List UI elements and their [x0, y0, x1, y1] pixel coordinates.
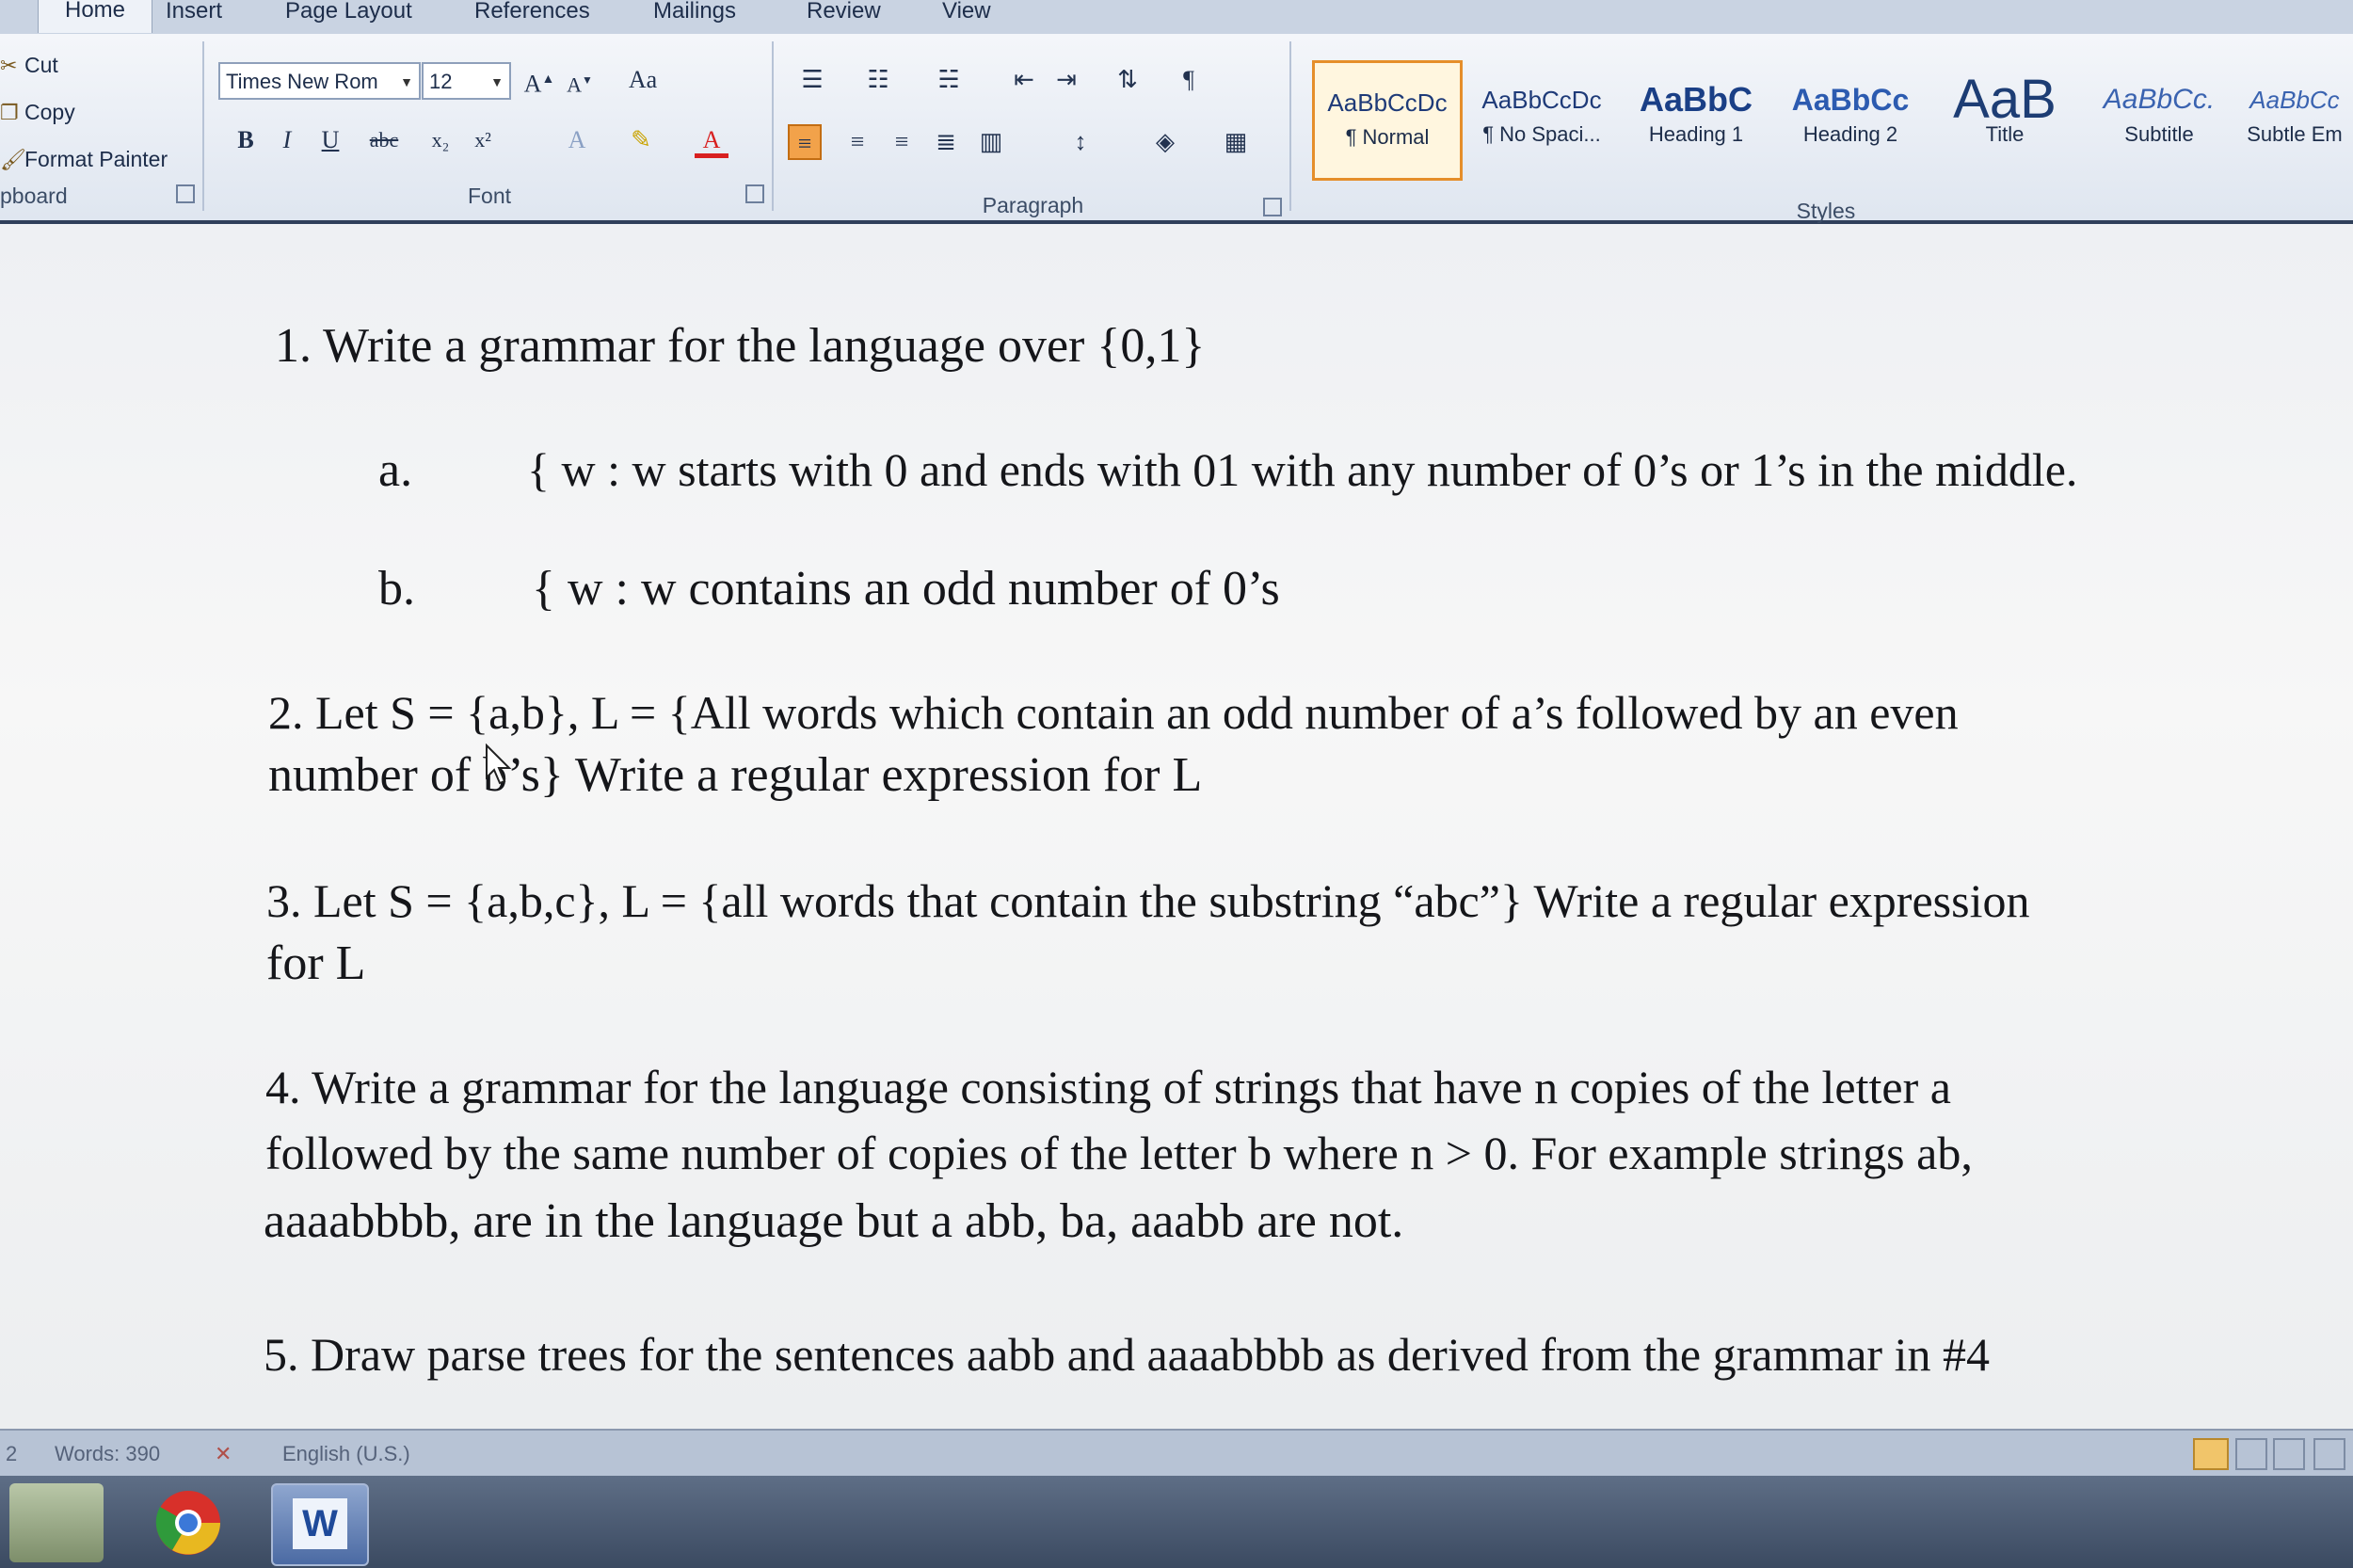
question-1a: { w : w starts with 0 and ends with 01 w… [527, 443, 2078, 496]
question-2-line-2: number of b’s} Write a regular expressio… [268, 748, 1203, 802]
columns-icon[interactable]: ▥ [974, 124, 1008, 160]
show-formatting-icon[interactable]: ¶ [1172, 62, 1206, 98]
question-3-line-1: 3. Let S = {a,b,c}, L = {all words that … [266, 874, 2030, 927]
scissors-icon: ✂ [0, 54, 18, 77]
tab-review[interactable]: Review [807, 0, 881, 28]
line-spacing-icon[interactable]: ↕ [1064, 124, 1097, 160]
status-bar: 2 Words: 390 ✕ English (U.S.) [0, 1429, 2353, 1478]
subscript-button[interactable]: x₂ [424, 122, 457, 158]
highlighter-icon[interactable]: ✎ [624, 122, 658, 158]
justify-icon[interactable]: ≣ [929, 124, 963, 160]
page-indicator[interactable]: 2 [6, 1442, 17, 1466]
paragraph-group: ☰ ☷ ☵ ⇤ ⇥ ⇅ ¶ ≡ ≡ ≡ ≣ ▥ ↕ ◈ ▦ Paragraph … [776, 41, 1291, 217]
format-painter-button[interactable]: 🖌Format Painter [0, 147, 168, 172]
align-right-icon[interactable]: ≡ [885, 124, 919, 160]
paragraph-group-label: Paragraph [982, 193, 1084, 217]
chevron-down-icon: ▼ [490, 74, 504, 89]
numbering-icon[interactable]: ☷ [861, 62, 895, 98]
question-4-line-3: aaaabbbb, are in the language but a abb,… [264, 1194, 1404, 1248]
print-layout-view-icon[interactable] [2193, 1438, 2229, 1470]
chevron-down-icon: ▼ [400, 74, 413, 89]
tab-references[interactable]: References [474, 0, 590, 28]
question-4-line-1: 4. Write a grammar for the language cons… [265, 1061, 1951, 1113]
tab-page-layout[interactable]: Page Layout [285, 0, 412, 28]
taskbar: W [0, 1476, 2353, 1568]
copy-button[interactable]: ❐ Copy [0, 100, 75, 125]
multilevel-list-icon[interactable]: ☵ [932, 62, 966, 98]
tab-view[interactable]: View [942, 0, 991, 28]
cut-button[interactable]: ✂ Cut [0, 53, 58, 78]
style-heading-2[interactable]: AaBbCc Heading 2 [1775, 60, 1926, 181]
paragraph-dialog-launcher-icon[interactable]: ↘ [1263, 198, 1282, 216]
full-screen-view-icon[interactable] [2235, 1438, 2267, 1470]
change-case-button[interactable]: Aa [626, 62, 660, 98]
borders-icon[interactable]: ▦ [1219, 124, 1253, 160]
style-no-spacing[interactable]: AaBbCcDc ¶ No Spaci... [1466, 60, 1617, 181]
tab-insert[interactable]: Insert [166, 0, 222, 28]
question-3-line-2: for L [266, 936, 366, 990]
copy-icon: ❐ [0, 101, 19, 124]
mouse-cursor-icon [486, 744, 512, 785]
question-1: 1. Write a grammar for the language over… [275, 319, 1206, 373]
shrink-font-icon[interactable]: A▼ [563, 62, 597, 98]
grow-font-icon[interactable]: A▲ [522, 62, 556, 98]
paintbrush-icon: 🖌 [0, 148, 26, 171]
ribbon: ✂Cut ❐Copy 🖌Format Painter pboard ↘ Time… [0, 34, 2353, 224]
bullets-icon[interactable]: ☰ [795, 62, 829, 98]
font-color-button[interactable]: A [695, 122, 728, 158]
clipboard-dialog-launcher-icon[interactable]: ↘ [176, 184, 195, 203]
question-1a-label: a. [378, 443, 413, 497]
question-5: 5. Draw parse trees for the sentences aa… [264, 1328, 1990, 1381]
font-dialog-launcher-icon[interactable]: ↘ [745, 184, 764, 203]
styles-group-label: Styles [1796, 199, 1856, 223]
file-explorer-icon[interactable] [9, 1483, 104, 1562]
language-indicator[interactable]: English (U.S.) [282, 1442, 410, 1466]
chrome-icon[interactable] [141, 1483, 235, 1562]
question-1b-label: b. [378, 562, 415, 616]
underline-button[interactable]: U [313, 122, 347, 158]
style-title[interactable]: AaB Title [1929, 60, 2080, 181]
font-group-label: Font [467, 184, 512, 208]
ribbon-tab-bar: Home Insert Page Layout References Maili… [0, 0, 2353, 34]
text-effects-icon[interactable]: A [560, 122, 594, 158]
shading-icon[interactable]: ◈ [1148, 124, 1182, 160]
increase-indent-icon[interactable]: ⇥ [1049, 62, 1083, 98]
question-4-line-2: followed by the same number of copies of… [265, 1127, 1973, 1179]
superscript-button[interactable]: x² [466, 122, 500, 158]
font-group: Times New Rom ▼ 12 ▼ A▲ A▼ Aa B I U abc x₂… [207, 41, 774, 211]
align-left-icon[interactable]: ≡ [788, 124, 822, 160]
web-layout-view-icon[interactable] [2273, 1438, 2305, 1470]
document-page[interactable]: 1. Write a grammar for the language over… [0, 224, 2353, 1429]
proofing-icon[interactable]: ✕ [215, 1442, 232, 1466]
word-app-icon[interactable]: W [271, 1483, 369, 1566]
outline-view-icon[interactable] [2313, 1438, 2345, 1470]
italic-button[interactable]: I [270, 122, 304, 158]
styles-group: AaBbCcDc ¶ Normal AaBbCcDc ¶ No Spaci...… [1299, 41, 2353, 223]
decrease-indent-icon[interactable]: ⇤ [1007, 62, 1041, 98]
sort-icon[interactable]: ⇅ [1111, 62, 1144, 98]
bold-button[interactable]: B [229, 122, 263, 158]
tab-mailings[interactable]: Mailings [653, 0, 736, 28]
question-2-line-1: 2. Let S = {a,b}, L = {All words which c… [268, 686, 1959, 739]
style-heading-1[interactable]: AaBbC Heading 1 [1621, 60, 1771, 181]
clipboard-group-label: pboard [0, 184, 68, 208]
font-name-combo[interactable]: Times New Rom ▼ [218, 62, 421, 100]
font-size-combo[interactable]: 12 ▼ [422, 62, 511, 100]
style-normal[interactable]: AaBbCcDc ¶ Normal [1312, 60, 1463, 181]
style-subtle-emphasis[interactable]: AaBbCc Subtle Em [2238, 60, 2351, 181]
align-center-icon[interactable]: ≡ [840, 124, 874, 160]
strikethrough-button[interactable]: abc [367, 122, 401, 158]
tab-home[interactable]: Home [38, 0, 153, 33]
word-count[interactable]: Words: 390 [55, 1442, 160, 1466]
question-1b: { w : w contains an odd number of 0’s [532, 562, 1280, 616]
style-subtitle[interactable]: AaBbCc. Subtitle [2084, 60, 2234, 181]
clipboard-group: ✂Cut ❐Copy 🖌Format Painter pboard ↘ [0, 41, 204, 211]
